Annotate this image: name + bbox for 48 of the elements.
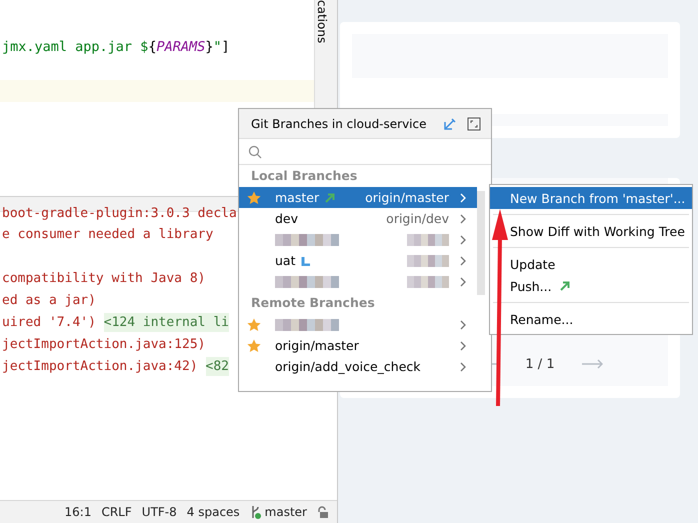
popup-title: Git Branches in cloud-service: [251, 116, 428, 130]
chevron-right-icon: [459, 362, 467, 372]
internal-lines-fold[interactable]: <124 internal li: [104, 313, 229, 332]
lock-icon[interactable]: [317, 506, 329, 518]
next-arrow-icon[interactable]: [580, 359, 603, 369]
pixelated-text: [275, 318, 339, 330]
internal-lines-fold[interactable]: <82: [206, 357, 229, 376]
search-icon: [248, 144, 262, 158]
indent-setting[interactable]: 4 spaces: [186, 505, 240, 519]
tool-window-tab[interactable]: cations: [315, 0, 329, 44]
menu-item[interactable]: Rename...: [490, 308, 692, 330]
branch-item[interactable]: dev origin/dev: [239, 208, 477, 229]
console-line: jectImportAction.java:125): [2, 337, 206, 352]
pixelated-text: [275, 234, 339, 246]
page-indicator: 1 / 1: [525, 356, 555, 372]
branch-item[interactable]: master origin/master: [239, 187, 477, 208]
section-header: Remote Branches: [250, 294, 376, 312]
chevron-right-icon: [459, 256, 467, 266]
branch-item[interactable]: origin/add_voice_check: [239, 356, 477, 377]
console-line: ed as a jar): [2, 293, 96, 308]
chevron-right-icon: [459, 214, 467, 224]
chevron-right-icon: [459, 276, 467, 286]
branch-item[interactable]: origin/master: [239, 335, 477, 356]
git-branch[interactable]: master: [264, 505, 307, 519]
section-header: Local Branches: [250, 167, 358, 185]
chevron-right-icon: [459, 234, 467, 244]
expand-icon[interactable]: [467, 116, 481, 130]
branch-item[interactable]: uat: [239, 250, 477, 271]
caret-position[interactable]: 16:1: [64, 505, 92, 519]
file-encoding[interactable]: UTF-8: [142, 505, 177, 519]
console-line: compatibility with Java 8): [2, 271, 206, 286]
console-line: boot-gradle-plugin:3.0.3 decla: [2, 206, 237, 221]
code-line: jmx.yaml app.jar ${PARAMS}"]: [1, 38, 231, 57]
menu-item[interactable]: New Branch from 'master'...: [490, 187, 692, 209]
console-line: jectImportAction.java:42): [2, 359, 199, 374]
menu-item[interactable]: Push...: [490, 275, 692, 297]
console-line: e consumer needed a library: [2, 227, 214, 242]
console-line: uired '7.4'): [2, 315, 97, 330]
line-separator[interactable]: CRLF: [101, 505, 132, 519]
pixelated-text: [275, 276, 339, 288]
chevron-right-icon: [459, 340, 467, 350]
chevron-right-icon: [459, 320, 467, 330]
branch-icon: [250, 505, 262, 519]
chevron-right-icon: [459, 192, 467, 202]
scrollbar[interactable]: [477, 191, 485, 295]
pencil-icon[interactable]: [443, 116, 457, 130]
menu-item[interactable]: Update: [490, 253, 692, 275]
menu-item[interactable]: Show Diff with Working Tree: [490, 220, 692, 242]
